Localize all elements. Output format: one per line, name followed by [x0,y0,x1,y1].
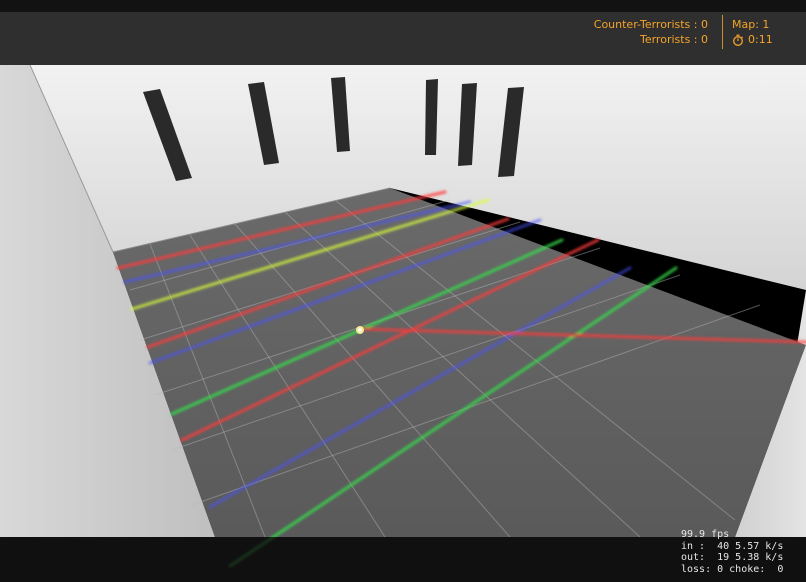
terrorists-score: Terrorists : 0 [639,33,708,46]
counter-terrorists-score: Counter-Terrorists : 0 [593,18,708,31]
game-scene [0,0,806,568]
round-timer: 0:11 [732,33,773,46]
fps-readout: 99.9 fps [681,529,730,540]
out-readout: out: 19 5.38 k/s [681,552,784,563]
net-graph: 99.9 fps in : 40 5.57 k/s out: 19 5.38 k/s… [681,529,783,575]
stopwatch-icon [733,34,744,46]
loss-readout: loss: 0 choke: 0 [681,563,784,575]
timer-value: 0:11 [748,33,773,46]
map-round: Map: 1 [732,18,770,31]
in-readout: in : 40 5.57 k/s [681,540,784,552]
game-viewport[interactable]: Counter-Terrorists : 0 Terrorists : 0 Ma… [0,0,806,582]
laser-hit-spark [356,326,364,334]
hud-divider [722,15,723,49]
